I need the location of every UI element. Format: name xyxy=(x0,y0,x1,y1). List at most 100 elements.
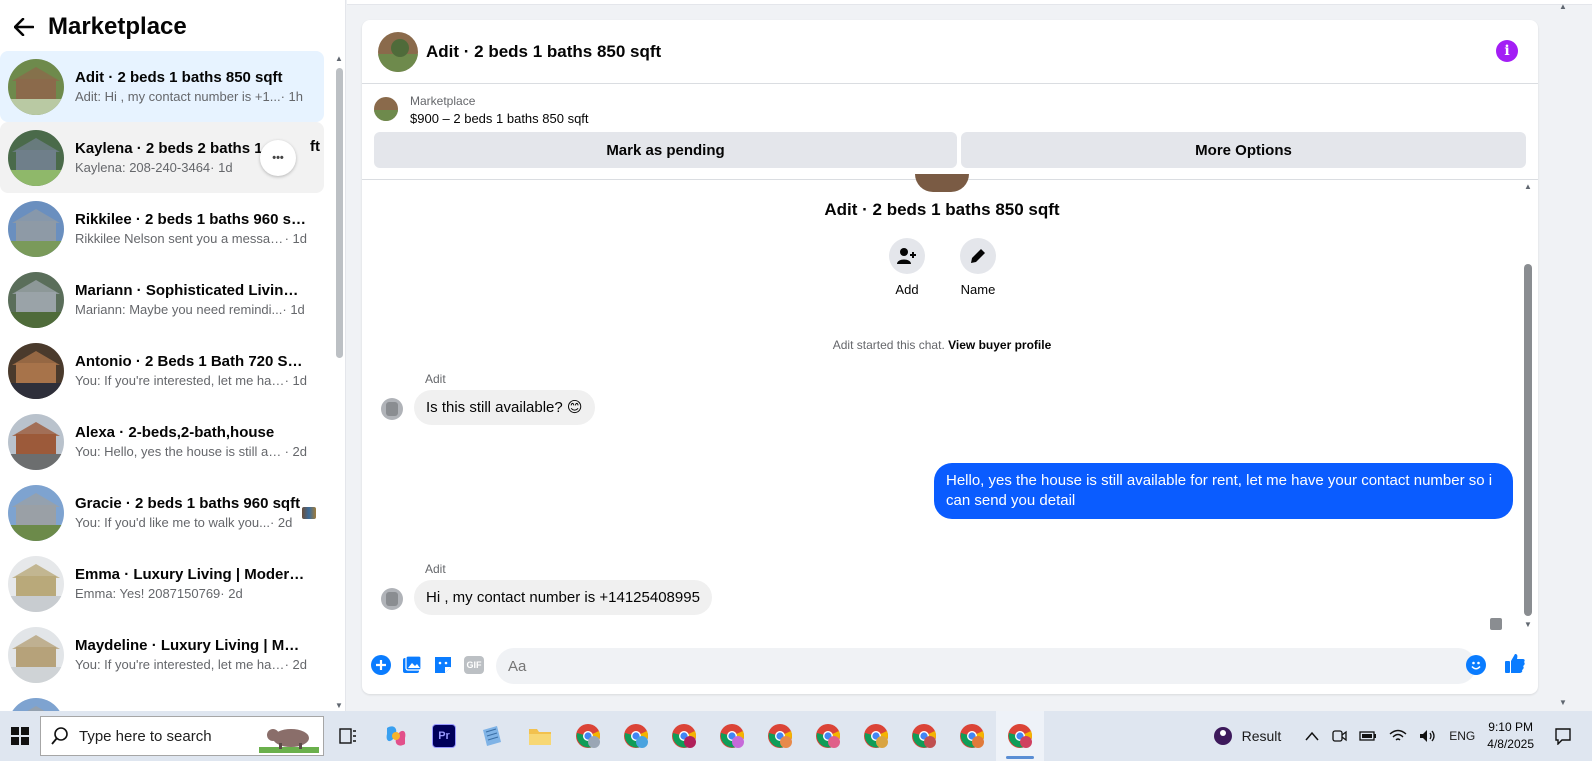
more-options-dots-icon[interactable]: ••• xyxy=(260,140,296,176)
conversation-text: Emma · Luxury Living | Modern ... Emma: Y… xyxy=(75,565,307,603)
sticker-icon[interactable] xyxy=(432,654,454,676)
conversation-sidebar: Marketplace Adit · 2 beds 1 baths 850 sq… xyxy=(0,0,346,711)
message-bubble-incoming[interactable]: Hi , my contact number is +14125408995 xyxy=(414,580,712,615)
windows-taskbar: Type here to search Pr Result ENG 9:10 P… xyxy=(0,711,1592,761)
add-action-label: Add xyxy=(895,282,919,297)
conversation-preview: You: If you'd like me to walk you... · 2… xyxy=(75,514,307,532)
clock-date: 4/8/2025 xyxy=(1487,737,1534,751)
premier-league-icon xyxy=(1213,727,1232,745)
conversation-item[interactable]: Antonio · 2 Beds 1 Bath 720 Sq Ft You: If… xyxy=(0,335,324,406)
listing-thumbnail xyxy=(8,200,64,257)
chat-header-avatar[interactable] xyxy=(378,31,418,72)
conversation-time: · 1d xyxy=(284,372,307,388)
conversation-title: Adit · 2 beds 1 baths 850 sqft xyxy=(75,68,283,86)
message-sender: Adit xyxy=(425,562,446,576)
conversation-time: · 1d xyxy=(210,159,233,175)
plus-circle-icon[interactable] xyxy=(370,654,392,676)
back-arrow-icon[interactable] xyxy=(12,15,36,39)
meet-now-icon[interactable] xyxy=(1331,728,1347,744)
search-icon xyxy=(51,727,68,745)
photo-icon[interactable] xyxy=(401,654,423,676)
add-action[interactable]: Add xyxy=(882,238,932,297)
volume-icon[interactable] xyxy=(1419,729,1437,743)
conversation-item[interactable]: Maydeline · Luxury Living | Mod... You: I… xyxy=(0,619,324,690)
emoji-icon[interactable] xyxy=(1466,655,1486,675)
name-action[interactable]: Name xyxy=(953,238,1003,297)
listing-price[interactable]: $900 – 2 beds 1 baths 850 sqft xyxy=(410,111,589,126)
message-bubble-outgoing[interactable]: Hello, yes the house is still available … xyxy=(934,463,1513,519)
chrome-profile-5-icon[interactable] xyxy=(756,711,804,761)
listing-thumbnail[interactable] xyxy=(374,97,398,121)
conversation-name: Adit · 2 beds 1 baths 850 sqft xyxy=(824,200,1060,219)
seen-indicator-icon xyxy=(1490,618,1502,630)
notepad-icon[interactable] xyxy=(468,711,516,761)
sidebar-scrollbar[interactable]: ▲ ▼ xyxy=(334,54,344,710)
conversation-time: · 2d xyxy=(220,585,243,601)
battery-icon[interactable] xyxy=(1359,730,1377,742)
conversation-item[interactable]: Stevee · 2 beds 1 baths 960 sqft xyxy=(0,690,324,711)
message-thread: Adit · 2 beds 1 baths 850 sqft Add Name … xyxy=(362,174,1522,630)
chrome-profile-8-icon[interactable] xyxy=(900,711,948,761)
conversation-preview: You: Hello, yes the house is still ava..… xyxy=(75,443,307,461)
chat-panel: Adit · 2 beds 1 baths 850 sqft i Marketp… xyxy=(362,20,1538,694)
conversation-time: · 2d xyxy=(284,656,307,672)
chrome-profile-4-icon[interactable] xyxy=(708,711,756,761)
chat-started-text: Adit started this chat. xyxy=(832,338,949,352)
chevron-up-icon[interactable] xyxy=(1305,731,1319,741)
conversation-item[interactable]: Kaylena · 2 beds 2 baths 1,24 Kaylena: 20… xyxy=(0,122,324,193)
conversation-snippet: Emma: Yes! 2087150769 xyxy=(75,585,221,601)
more-options-button[interactable]: More Options xyxy=(961,132,1526,168)
clock[interactable]: 9:10 PM 4/8/2025 xyxy=(1487,719,1534,753)
copilot-icon[interactable] xyxy=(372,711,420,761)
view-buyer-profile-link[interactable]: View buyer profile xyxy=(948,338,1051,352)
chrome-profile-10-icon[interactable] xyxy=(996,711,1044,761)
windows-start-icon[interactable] xyxy=(0,711,40,761)
sender-avatar[interactable] xyxy=(381,588,403,610)
chat-header-title[interactable]: Adit · 2 beds 1 baths 850 sqft xyxy=(426,42,661,62)
conversation-time: · 1d xyxy=(282,301,305,317)
chrome-profile-2-icon[interactable] xyxy=(612,711,660,761)
result-widget[interactable]: Result xyxy=(1212,725,1282,747)
premiere-pro-icon[interactable]: Pr xyxy=(420,711,468,761)
conversation-item[interactable]: Mariann · Sophisticated Living | ... Mari… xyxy=(0,264,324,335)
listing-banner: Marketplace $900 – 2 beds 1 baths 850 sq… xyxy=(362,84,1538,180)
conversation-text: Alexa · 2-beds,2-bath,house You: Hello, y… xyxy=(75,423,307,461)
listing-thumbnail xyxy=(8,555,64,612)
message-input[interactable] xyxy=(496,648,1476,684)
info-icon[interactable]: i xyxy=(1496,40,1518,62)
clock-time: 9:10 PM xyxy=(1488,720,1533,734)
task-view-icon[interactable] xyxy=(324,711,372,761)
sender-avatar[interactable] xyxy=(381,398,403,420)
conversation-list: Adit · 2 beds 1 baths 850 sqft Adit: Hi ,… xyxy=(0,51,330,711)
chrome-profile-6-icon[interactable] xyxy=(804,711,852,761)
message-composer: GIF xyxy=(362,646,1538,686)
language-indicator[interactable]: ENG xyxy=(1449,729,1475,743)
conversation-item[interactable]: Rikkilee · 2 beds 1 baths 960 sqft Rikkil… xyxy=(0,193,324,264)
conversation-item[interactable]: Emma · Luxury Living | Modern ... Emma: Y… xyxy=(0,548,324,619)
conversation-item[interactable]: Adit · 2 beds 1 baths 850 sqft Adit: Hi ,… xyxy=(0,51,324,122)
notifications-icon[interactable] xyxy=(1554,727,1572,745)
chrome-profile-3-icon[interactable] xyxy=(660,711,708,761)
conversation-snippet: You: If you're interested, let me hav... xyxy=(75,372,285,388)
page-scrollbar[interactable]: ▲ ▼ xyxy=(1556,0,1570,711)
conversation-text: Maydeline · Luxury Living | Mod... You: I… xyxy=(75,636,307,674)
chrome-profile-7-icon[interactable] xyxy=(852,711,900,761)
taskbar-search[interactable]: Type here to search xyxy=(40,716,324,756)
conversation-item[interactable]: Alexa · 2-beds,2-bath,house You: Hello, y… xyxy=(0,406,324,477)
result-label: Result xyxy=(1241,728,1282,744)
chat-started-note: Adit started this chat. View buyer profi… xyxy=(362,338,1522,352)
mark-as-pending-button[interactable]: Mark as pending xyxy=(374,132,957,168)
chrome-profile-1-icon[interactable] xyxy=(564,711,612,761)
gif-icon[interactable]: GIF xyxy=(464,656,484,674)
conversation-item[interactable]: Gracie · 2 beds 1 baths 960 sqft You: If … xyxy=(0,477,324,548)
conversation-preview: Emma: Yes! 2087150769 · 2d xyxy=(75,585,307,603)
conversation-title: Maydeline · Luxury Living | Mod... xyxy=(75,636,307,654)
message-bubble-incoming[interactable]: Is this still available? 😊 xyxy=(414,390,595,425)
file-explorer-icon[interactable] xyxy=(516,711,564,761)
chat-scrollbar[interactable]: ▲ ▼ xyxy=(1522,180,1536,632)
conversation-text: Adit · 2 beds 1 baths 850 sqft Adit: Hi ,… xyxy=(75,68,307,106)
wifi-icon[interactable] xyxy=(1389,729,1407,743)
conversation-snippet: You: Hello, yes the house is still ava..… xyxy=(75,443,285,459)
chrome-profile-9-icon[interactable] xyxy=(948,711,996,761)
thumbs-up-icon[interactable] xyxy=(1504,652,1526,674)
